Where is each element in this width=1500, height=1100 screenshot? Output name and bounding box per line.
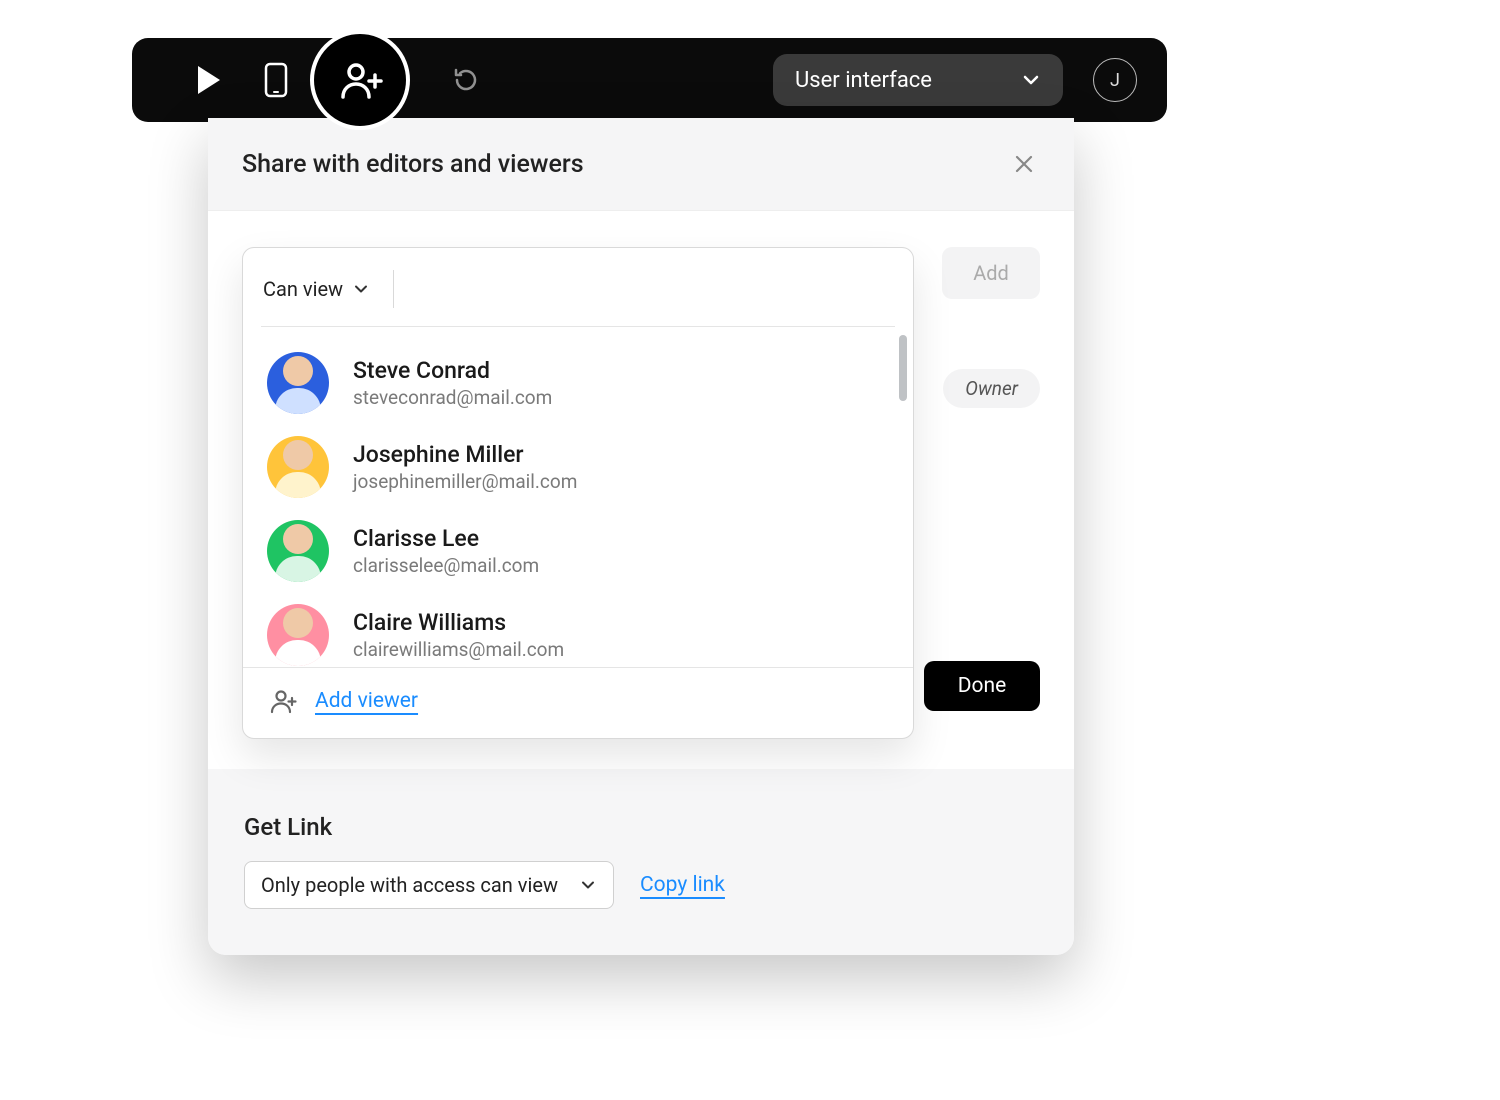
avatar <box>267 352 329 414</box>
history-button[interactable] <box>446 60 486 100</box>
done-button[interactable]: Done <box>924 661 1040 711</box>
chevron-down-icon <box>1021 70 1041 90</box>
suggestion-name: Josephine Miller <box>353 441 577 468</box>
avatar <box>267 604 329 666</box>
suggestion-name: Clarisse Lee <box>353 525 539 552</box>
suggestion-item[interactable]: Steve Conrad steveconrad@mail.com <box>251 341 905 425</box>
person-plus-icon <box>335 55 385 105</box>
suggestion-item[interactable]: Josephine Miller josephinemiller@mail.co… <box>251 425 905 509</box>
suggestion-item[interactable]: Claire Williams clairewilliams@mail.com <box>251 593 905 667</box>
scrollbar-thumb[interactable] <box>899 335 907 401</box>
close-button[interactable] <box>1008 148 1040 180</box>
user-avatar-initial: J <box>1110 70 1120 91</box>
get-link-section: Get Link Only people with access can vie… <box>208 769 1074 955</box>
avatar <box>267 520 329 582</box>
play-icon <box>198 66 220 94</box>
suggestion-name: Claire Williams <box>353 609 564 636</box>
suggestion-email: josephinemiller@mail.com <box>353 470 577 493</box>
mobile-device-icon <box>264 62 288 98</box>
close-icon <box>1013 153 1035 175</box>
suggestion-item[interactable]: Clarisse Lee clarisselee@mail.com <box>251 509 905 593</box>
copy-link-button[interactable]: Copy link <box>640 873 725 897</box>
share-dialog: Share with editors and viewers Add Owner… <box>208 118 1074 955</box>
page-dropdown-label: User interface <box>795 68 1005 93</box>
share-dialog-title: Share with editors and viewers <box>242 150 584 179</box>
people-suggestions: Can view <box>242 247 914 739</box>
owner-badge: Owner <box>943 369 1040 408</box>
suggestion-email: clairewilliams@mail.com <box>353 638 564 661</box>
page-dropdown[interactable]: User interface <box>773 54 1063 106</box>
people-search-input[interactable] <box>394 274 893 304</box>
suggestion-email: steveconrad@mail.com <box>353 386 552 409</box>
permission-selector[interactable]: Can view <box>263 277 393 301</box>
share-button[interactable] <box>310 30 410 130</box>
suggestion-email: clarisselee@mail.com <box>353 554 539 577</box>
add-button[interactable]: Add <box>942 247 1040 299</box>
history-icon <box>451 65 481 95</box>
link-access-select[interactable]: Only people with access can view <box>244 861 614 909</box>
chevron-down-icon <box>579 876 597 894</box>
share-dialog-header: Share with editors and viewers <box>208 118 1074 211</box>
add-viewer-link[interactable]: Add viewer <box>315 689 418 713</box>
play-button[interactable] <box>186 60 226 100</box>
device-preview-button[interactable] <box>256 60 296 100</box>
top-toolbar: User interface J <box>132 38 1167 122</box>
user-avatar[interactable]: J <box>1093 58 1137 102</box>
chevron-down-icon <box>353 281 369 297</box>
get-link-title: Get Link <box>244 813 1038 841</box>
suggestion-name: Steve Conrad <box>353 357 552 384</box>
avatar <box>267 436 329 498</box>
person-plus-icon <box>269 686 299 716</box>
